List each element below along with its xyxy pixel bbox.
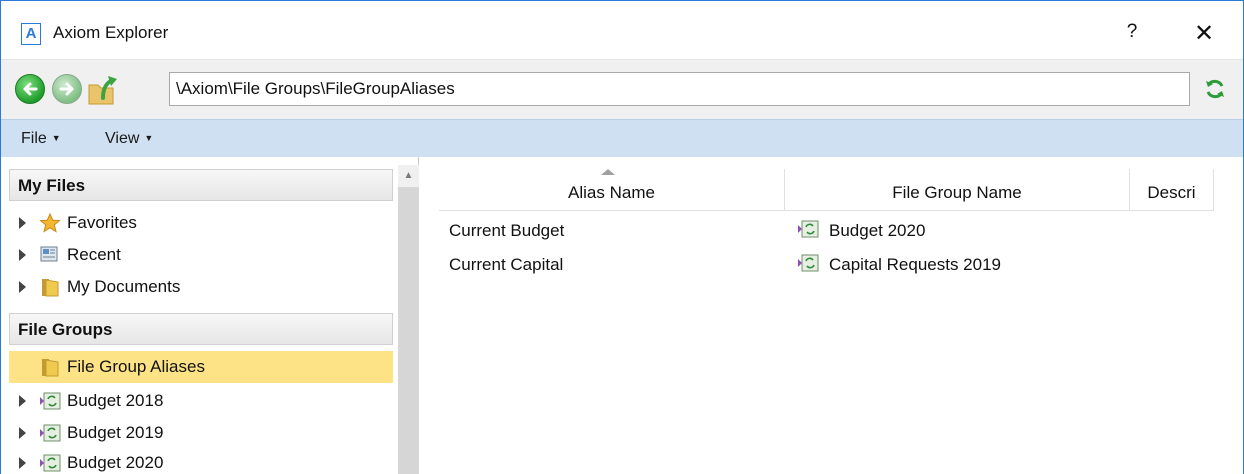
menu-bar: File ▼ View ▼ [1, 119, 1243, 157]
back-button[interactable] [15, 74, 45, 104]
file-groups-header[interactable]: File Groups [9, 313, 393, 345]
forward-button[interactable] [52, 74, 82, 104]
tree-item-label: My Documents [67, 277, 181, 296]
file-group-name-cell: Budget 2020 [829, 221, 926, 240]
help-button[interactable]: ? [1117, 21, 1147, 47]
tree-item-recent[interactable]: Recent [9, 239, 393, 271]
tree-item-label: Budget 2018 [67, 391, 164, 410]
file-menu-label: File [21, 130, 47, 147]
tree-item-label: File Group Aliases [67, 357, 205, 376]
view-menu[interactable]: View ▼ [105, 130, 153, 148]
column-header-label: Descri [1147, 183, 1196, 202]
up-folder-button[interactable] [87, 70, 121, 108]
folder-up-icon [88, 76, 117, 105]
tree-item-file-group-aliases[interactable]: File Group Aliases [9, 351, 393, 383]
caret-down-icon: ▼ [144, 133, 154, 143]
arrow-left-icon [23, 82, 38, 96]
folder-icon [42, 279, 59, 297]
tree-item-budget-2020[interactable]: Budget 2020 [9, 447, 393, 474]
content-pane: Alias Name File Group Name Descri Curren… [431, 157, 1243, 474]
scroll-up-icon[interactable]: ▲ [398, 165, 419, 187]
file-menu[interactable]: File ▼ [21, 130, 61, 148]
nav-scrollbar[interactable]: ▲ [398, 165, 419, 474]
tree-item-my-documents[interactable]: My Documents [9, 271, 393, 303]
view-menu-label: View [105, 130, 140, 147]
column-header-label: File Group Name [892, 183, 1022, 202]
close-button[interactable]: ✕ [1187, 19, 1221, 49]
recent-icon [40, 246, 58, 262]
table-row[interactable]: Current Budget Budget 2020 [439, 215, 1214, 247]
tree-item-label: Favorites [67, 213, 137, 232]
expand-arrow-icon[interactable] [19, 217, 26, 229]
folder-icon [42, 359, 59, 377]
tree-item-label: Budget 2020 [67, 453, 164, 472]
caret-down-icon: ▼ [51, 133, 61, 143]
column-header-label: Alias Name [568, 183, 655, 202]
arrow-right-icon [59, 82, 74, 96]
expand-arrow-icon[interactable] [19, 457, 26, 469]
alias-name-cell: Current Capital [449, 255, 564, 274]
address-input[interactable] [169, 72, 1190, 106]
expand-arrow-icon[interactable] [19, 249, 26, 261]
tree-item-favorites[interactable]: Favorites [9, 207, 393, 239]
column-header-file-group-name[interactable]: File Group Name [785, 169, 1130, 211]
refresh-icon [1206, 79, 1224, 99]
tree-item-budget-2018[interactable]: Budget 2018 [9, 385, 393, 417]
file-group-icon [798, 220, 819, 238]
window-title: Axiom Explorer [53, 23, 169, 42]
file-group-icon [40, 392, 61, 410]
file-group-icon [40, 454, 61, 472]
expand-arrow-icon[interactable] [19, 427, 26, 439]
table-row[interactable]: Current Capital Capital Requests 2019 [439, 249, 1214, 281]
file-group-icon [40, 424, 61, 442]
column-header-alias-name[interactable]: Alias Name [439, 169, 785, 211]
axiom-explorer-window: A Axiom Explorer ? ✕ \Axiom\File Groups\… [0, 0, 1244, 474]
my-files-header[interactable]: My Files [9, 169, 393, 201]
file-group-name-cell: Capital Requests 2019 [829, 255, 1002, 274]
app-logo-icon: A [21, 23, 41, 45]
column-header-description[interactable]: Descri [1130, 169, 1214, 211]
expand-arrow-icon[interactable] [19, 281, 26, 293]
alias-name-cell: Current Budget [449, 221, 565, 240]
tree-item-label: Budget 2019 [67, 423, 164, 442]
star-icon [39, 213, 61, 233]
refresh-button[interactable] [1203, 77, 1227, 101]
title-bar: A Axiom Explorer ? ✕ [1, 1, 1243, 59]
tree-item-label: Recent [67, 245, 121, 264]
expand-arrow-icon[interactable] [19, 395, 26, 407]
tree-item-budget-2019[interactable]: Budget 2019 [9, 417, 393, 449]
sort-ascending-icon [601, 169, 615, 175]
file-group-icon [798, 254, 819, 272]
navigation-pane: My Files Favorites Recent My Documents F… [1, 157, 419, 474]
address-bar [1, 59, 1243, 119]
